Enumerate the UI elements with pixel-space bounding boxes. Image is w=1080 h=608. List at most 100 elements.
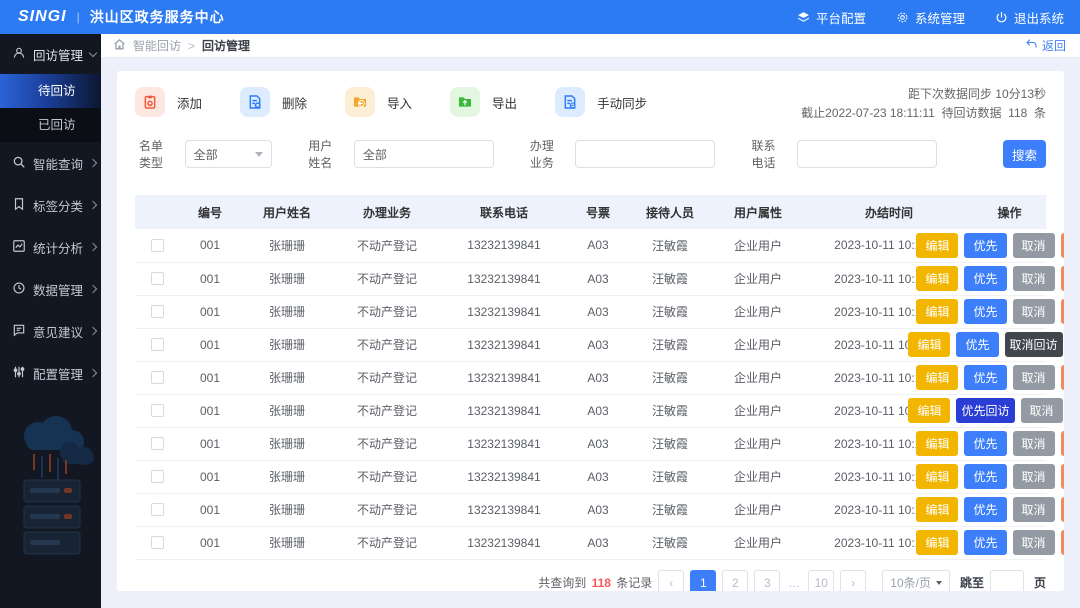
user-name-label: 用户姓名 [308,139,333,170]
edit-button[interactable]: 编辑 [916,464,959,489]
priority-button[interactable]: 优先 [964,464,1007,489]
export-button[interactable]: 导出 [450,87,517,117]
delete-button[interactable]: 删除 [240,87,307,117]
import-button[interactable]: 导入 [345,87,412,117]
next-page-button[interactable]: › [840,569,867,591]
page-button-10[interactable]: 10 [808,569,835,591]
priority-button[interactable]: 优先 [964,299,1007,324]
prev-page-button[interactable]: ‹ [658,569,685,591]
delete-button[interactable]: 删除 [1060,266,1064,291]
page-button-1[interactable]: 1 [690,569,717,591]
cancel-button[interactable]: 取消 [1012,232,1055,258]
sidebar-subitem-1[interactable]: 待回访 [0,74,101,108]
row-checkbox[interactable] [150,503,164,516]
breadcrumb-separator: > [188,38,196,53]
tool-button-label: 手动同步 [597,96,648,111]
table-row: 001 张珊珊 不动产登记 13232139841 A03 汪敏霞 企业用户 2023-10-… [135,229,1064,263]
cancel-button[interactable]: 取消 [1012,497,1055,522]
delete-button[interactable]: 删除 [1060,299,1064,324]
cancel-button[interactable]: 取消 [1012,464,1055,489]
cell-phone: 13232139841 [441,394,567,428]
edit-button[interactable]: 编辑 [916,497,959,522]
sidebar-item-3[interactable]: 标签分类 [0,184,101,226]
sidebar-item-7[interactable]: 配置管理 [0,352,101,394]
breadcrumb-root[interactable]: 智能回访 [133,37,181,54]
priority-button[interactable]: 优先回访 [956,398,1015,423]
cancel-button[interactable]: 取消 [1012,266,1055,291]
edit-button[interactable]: 编辑 [908,332,951,357]
edit-button[interactable]: 编辑 [916,431,959,456]
row-checkbox[interactable] [150,404,164,417]
delete-button[interactable]: 删除 [1060,530,1064,555]
delete-button[interactable]: 删除 [1060,431,1064,456]
phone-input[interactable] [797,140,938,168]
business-input[interactable] [575,140,716,168]
delete-button[interactable]: 删除 [1060,365,1064,390]
page-size-select[interactable]: 10条/页 [882,569,950,591]
cancel-button[interactable]: 取消 [1012,431,1055,456]
page-button-2[interactable]: 2 [722,569,749,591]
cancel-button[interactable]: 取消 [1020,398,1063,423]
row-checkbox[interactable] [150,238,164,252]
top-menu-system-management[interactable]: 系统管理 [896,8,965,27]
cancel-button[interactable]: 取消 [1012,530,1055,555]
cell-user_type: 企业用户 [711,361,805,395]
delete-button[interactable]: 删除 [1060,497,1064,522]
column-header: 联系电话 [441,195,567,229]
checkbox-cell [135,493,179,527]
cell-user_type: 企业用户 [711,526,805,560]
priority-button[interactable]: 优先 [964,431,1007,456]
actions-cell: 编辑优先取消删除 [916,526,1064,560]
priority-button[interactable]: 优先 [956,332,999,357]
cell-business: 不动产登记 [333,526,441,560]
sidebar-item-5[interactable]: 数据管理 [0,268,101,310]
cell-name: 张珊珊 [241,394,333,428]
top-menu-platform-config[interactable]: 平台配置 [797,8,866,27]
delete-button[interactable]: 删除 [1060,232,1064,258]
edit-button[interactable]: 编辑 [916,530,959,555]
cancel-button[interactable]: 取消 [1012,365,1055,390]
priority-button[interactable]: 优先 [964,530,1007,555]
priority-button[interactable]: 优先 [964,497,1007,522]
column-header: 编号 [179,195,241,229]
priority-button[interactable]: 优先 [964,365,1007,390]
cancel-button[interactable]: 取消 [1012,299,1055,324]
tool-button-label: 导入 [387,96,413,111]
home-icon[interactable] [113,38,126,54]
jump-page-input[interactable] [989,569,1024,591]
row-checkbox[interactable] [150,536,164,549]
sidebar-subitem-2[interactable]: 已回访 [0,108,101,142]
column-header: 办理业务 [333,195,441,229]
edit-button[interactable]: 编辑 [916,299,959,324]
checkbox-cell [135,526,179,560]
sidebar-item-1[interactable]: 回访管理 [0,34,101,74]
edit-button[interactable]: 编辑 [908,398,951,423]
edit-button[interactable]: 编辑 [916,365,959,390]
list-type-select[interactable]: 全部 [184,140,273,168]
row-checkbox[interactable] [150,371,164,384]
back-button[interactable]: 返回 [1025,37,1066,54]
priority-button[interactable]: 优先 [964,232,1007,258]
search-button[interactable]: 搜索 [1003,140,1047,168]
delete-button[interactable]: 删除 [1060,464,1064,489]
sidebar-item-2[interactable]: 智能查询 [0,142,101,184]
cell-phone: 13232139841 [441,262,567,296]
cancel-button[interactable]: 取消回访 [1004,332,1063,357]
sidebar-item-6[interactable]: 意见建议 [0,310,101,352]
top-menu-logout[interactable]: 退出系统 [995,8,1064,27]
edit-button[interactable]: 编辑 [916,232,959,258]
row-checkbox[interactable] [150,437,164,450]
row-checkbox[interactable] [150,470,164,483]
sidebar-item-4[interactable]: 统计分析 [0,226,101,268]
add-button[interactable]: 添加 [135,87,202,117]
page-button-3[interactable]: 3 [754,569,781,591]
priority-button[interactable]: 优先 [964,266,1007,291]
manual-sync-button[interactable]: 手动同步 [555,87,647,117]
row-checkbox[interactable] [150,272,164,285]
row-checkbox[interactable] [150,338,164,351]
edit-button[interactable]: 编辑 [916,266,959,291]
user-name-input[interactable] [353,140,494,168]
brand-divider: | [76,10,80,24]
cell-receptionist: 汪敏霞 [629,460,711,494]
row-checkbox[interactable] [150,305,164,318]
